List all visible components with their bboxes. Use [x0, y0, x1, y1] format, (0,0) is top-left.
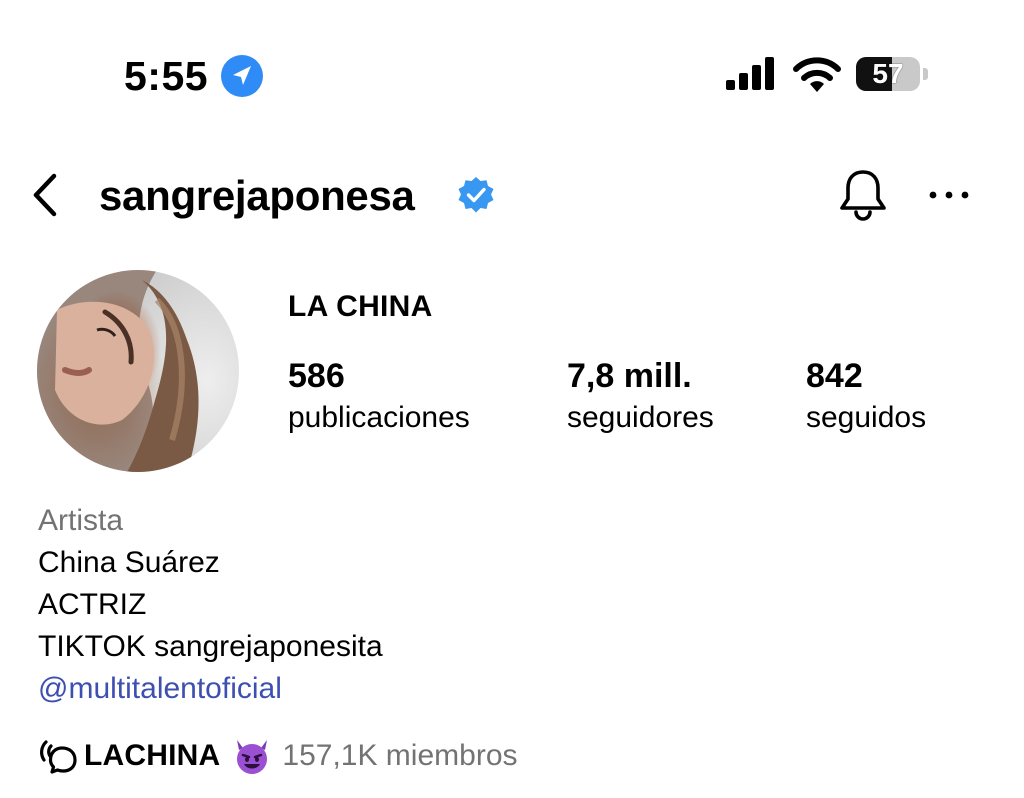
location-arrow-icon [221, 55, 263, 97]
channel-members-count: 157,1K miembros [282, 739, 518, 772]
stat-following-label: seguidos [806, 401, 927, 434]
stat-posts-value: 586 [288, 357, 345, 395]
profile-display-name: LA CHINA [288, 290, 433, 323]
back-chevron-icon[interactable] [26, 172, 66, 218]
broadcast-channel-link[interactable]: LACHINA 157,1K miembros [38, 734, 518, 778]
status-time: 5:55 [124, 53, 209, 99]
wifi-icon [793, 57, 841, 92]
broadcast-channel-icon [40, 740, 77, 774]
bio-line: China Suárez [38, 546, 220, 579]
stat-following-value: 842 [806, 357, 863, 395]
stat-followers[interactable]: 7,8 mill. seguidores [567, 356, 714, 438]
bell-icon[interactable] [836, 166, 890, 222]
battery-indicator: 57 [856, 57, 930, 91]
bio-line: ACTRIZ [38, 588, 147, 621]
bio: Artista China Suárez ACTRIZ TIKTOK sangr… [38, 500, 383, 710]
avatar[interactable] [37, 270, 239, 472]
stat-following[interactable]: 842 seguidos [806, 356, 926, 438]
stat-followers-value: 7,8 mill. [567, 357, 692, 395]
channel-name: LACHINA [84, 739, 221, 772]
stat-followers-label: seguidores [567, 401, 714, 434]
avatar-photo [37, 270, 199, 472]
profile-username: sangrejaponesa [99, 172, 415, 219]
more-dots-icon[interactable] [926, 180, 972, 210]
verified-badge-icon [458, 177, 494, 213]
bio-mention-link[interactable]: @multitalentoficial [38, 668, 383, 710]
smiling-devil-emoji-icon [237, 740, 268, 774]
stat-posts[interactable]: 586 publicaciones [288, 356, 470, 438]
bio-category: Artista [38, 504, 124, 537]
stat-posts-label: publicaciones [288, 401, 470, 434]
battery-percent: 57 [872, 58, 904, 89]
battery-icon: 57 [856, 57, 920, 91]
cellular-signal-icon [726, 57, 774, 90]
battery-cap [923, 68, 928, 80]
bio-line: TIKTOK sangrejaponesita [38, 630, 383, 663]
